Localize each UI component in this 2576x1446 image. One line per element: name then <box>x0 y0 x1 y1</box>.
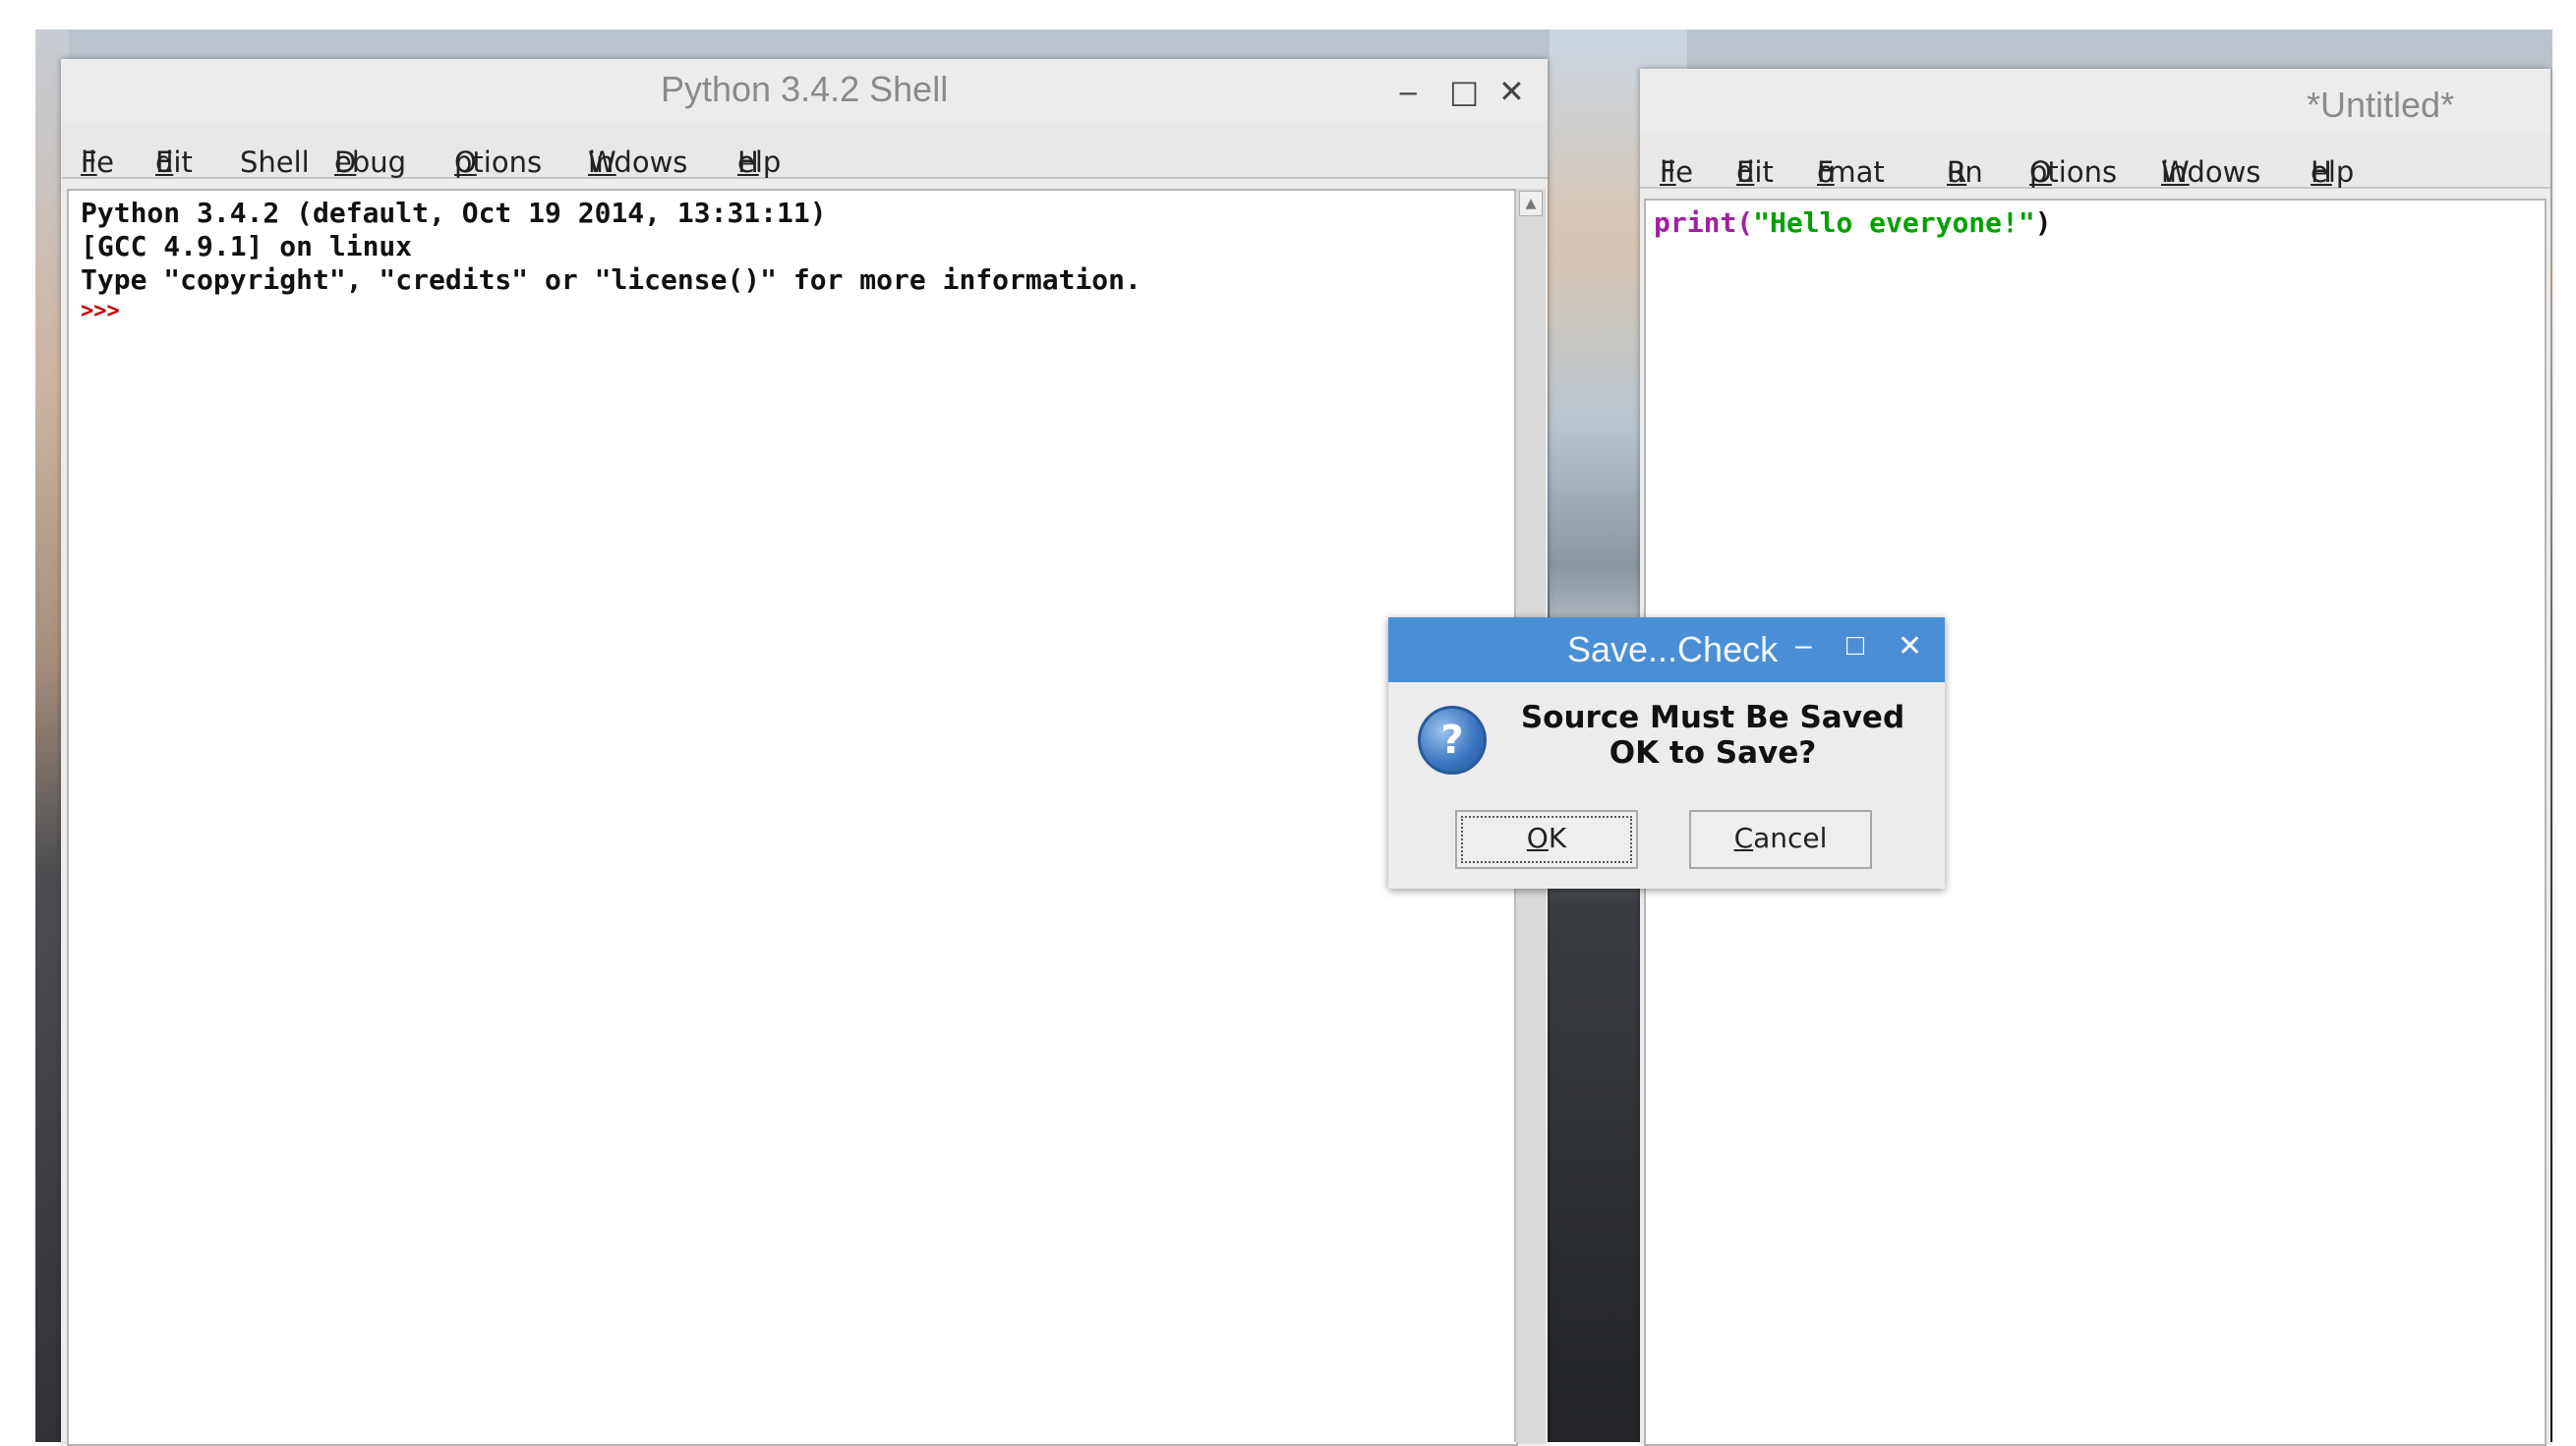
close-icon[interactable]: ✕ <box>1898 629 1922 664</box>
dialog-message: Source Must Be Saved OK to Save? <box>1496 700 1929 771</box>
maximize-icon[interactable]: □ <box>1846 629 1864 663</box>
dialog-title: Save...Check <box>1567 629 1779 669</box>
editor-titlebar[interactable]: *Untitled* <box>1640 69 2550 130</box>
shell-output-area[interactable]: Python 3.4.2 (default, Oct 19 2014, 13:3… <box>67 189 1518 1446</box>
shell-menubar: File Edit Shell Debug Options Windows He… <box>61 122 1548 179</box>
code-keyword: print( <box>1654 206 1754 239</box>
dialog-message-line: Source Must Be Saved <box>1520 700 1905 735</box>
code-line: print("Hello everyone!") <box>1654 206 2052 240</box>
cancel-button[interactable]: Cancel <box>1689 810 1872 869</box>
maximize-icon[interactable]: □ <box>1449 73 1479 110</box>
minimize-icon[interactable]: ‒ <box>1795 629 1812 663</box>
save-check-dialog: Save...Check ‒ □ ✕ ? Source Must Be Save… <box>1388 617 1945 889</box>
dialog-titlebar[interactable]: Save...Check ‒ □ ✕ <box>1388 617 1945 682</box>
shell-titlebar[interactable]: Python 3.4.2 Shell ‒ □ ✕ <box>61 59 1548 120</box>
code-string: "Hello everyone!" <box>1753 206 2035 239</box>
shell-prompt: >>> <box>81 299 120 323</box>
editor-window-title: *Untitled* <box>2307 85 2455 125</box>
editor-menubar: File Edit Fo rmat Run Options Windows Hel… <box>1640 132 2550 189</box>
question-icon: ? <box>1418 706 1487 775</box>
shell-window: Python 3.4.2 Shell ‒ □ ✕ File Edit Shell… <box>61 59 1548 1446</box>
minimize-icon[interactable]: ‒ <box>1398 73 1418 110</box>
ok-button[interactable]: OK <box>1455 810 1638 869</box>
code-paren: ) <box>2034 206 2052 239</box>
shell-window-title: Python 3.4.2 Shell <box>661 69 949 109</box>
close-icon[interactable]: ✕ <box>1498 73 1525 110</box>
shell-line: Python 3.4.2 (default, Oct 19 2014, 13:3… <box>81 197 827 229</box>
dialog-message-line: OK to Save? <box>1609 735 1817 771</box>
shell-line: Type "copyright", "credits" or "license(… <box>81 263 1142 296</box>
shell-line: [GCC 4.9.1] on linux <box>81 230 413 262</box>
scroll-up-icon[interactable]: ▲ <box>1519 191 1543 216</box>
